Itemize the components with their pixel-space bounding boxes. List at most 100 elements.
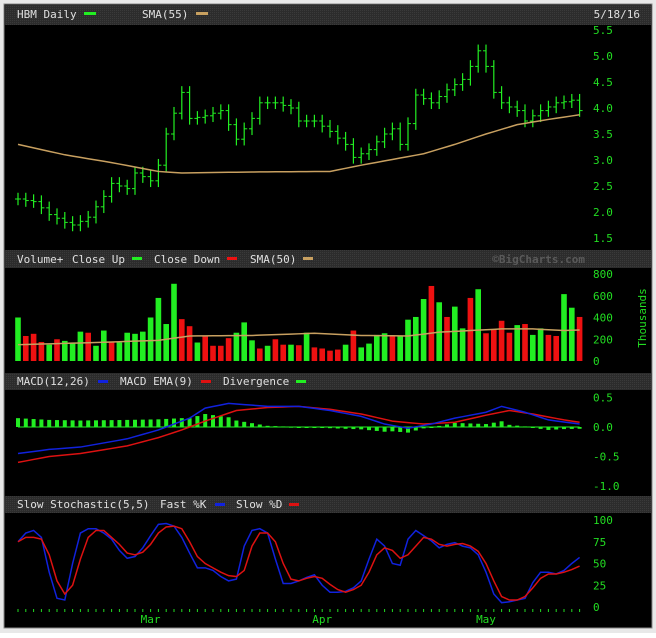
volume-bar bbox=[225, 338, 232, 361]
macd-ema-legend: MACD EMA(9) bbox=[120, 375, 193, 388]
volume-bar bbox=[23, 335, 29, 361]
close-down-swatch bbox=[227, 257, 237, 260]
month-label: Apr bbox=[312, 613, 332, 626]
volume-bar bbox=[506, 332, 513, 361]
divergence-bar bbox=[31, 419, 36, 427]
volume-bar bbox=[257, 348, 263, 361]
divergence-bar bbox=[16, 418, 20, 427]
divergence-bar bbox=[23, 418, 28, 427]
sma55-legend: SMA(55) bbox=[142, 8, 188, 21]
volume-bar bbox=[241, 322, 247, 361]
divergence-bar bbox=[250, 423, 254, 427]
divergence-legend: Divergence bbox=[223, 375, 289, 388]
fast-k-legend: Fast %K bbox=[160, 498, 207, 511]
volume-bar bbox=[483, 333, 489, 361]
close-up-swatch bbox=[132, 257, 142, 260]
divergence-bar bbox=[491, 422, 496, 427]
volume-bar bbox=[15, 317, 21, 361]
divergence-bar bbox=[234, 420, 239, 427]
volume-bar bbox=[514, 325, 520, 361]
price-axis-tick: 3.5 bbox=[593, 128, 613, 141]
stochastic-axis-tick: 25 bbox=[593, 579, 606, 592]
divergence-bar bbox=[78, 420, 83, 427]
volume-bar bbox=[311, 347, 318, 361]
volume-bar bbox=[108, 341, 115, 361]
volume-bar bbox=[264, 345, 271, 361]
volume-bar bbox=[319, 348, 325, 361]
divergence-bar bbox=[133, 419, 137, 427]
volume-bar bbox=[288, 344, 294, 361]
divergence-bar bbox=[86, 420, 91, 427]
volume-bar bbox=[46, 344, 52, 361]
sma55-legend-swatch bbox=[196, 12, 208, 15]
price-header bbox=[5, 5, 651, 25]
price-title: HBM Daily bbox=[17, 8, 77, 21]
volume-bar bbox=[381, 333, 388, 361]
volume-bar bbox=[420, 299, 427, 361]
sma50-swatch bbox=[303, 257, 313, 260]
divergence-bar bbox=[499, 421, 504, 427]
divergence-bar bbox=[179, 418, 184, 427]
volume-bar bbox=[452, 306, 458, 361]
price-axis-tick: 3.0 bbox=[593, 154, 613, 167]
volume-bar bbox=[374, 334, 380, 361]
divergence-bar bbox=[148, 419, 153, 427]
volume-bar bbox=[85, 332, 91, 361]
volume-bar bbox=[444, 316, 450, 361]
volume-bar bbox=[77, 331, 84, 361]
macd-legend: MACD(12,26) bbox=[17, 375, 90, 388]
stochastic-legend: Slow Stochastic(5,5) bbox=[17, 498, 149, 511]
volume-bar bbox=[30, 333, 37, 361]
price-axis-tick: 2.5 bbox=[593, 180, 613, 193]
volume-bar bbox=[303, 332, 310, 361]
slow-d-swatch bbox=[289, 503, 299, 506]
volume-bar bbox=[69, 342, 76, 361]
divergence-bar bbox=[460, 423, 465, 427]
volume-bar bbox=[186, 326, 193, 361]
volume-bar bbox=[491, 329, 497, 361]
volume-axis-tick: 800 bbox=[593, 268, 613, 281]
volume-bar bbox=[569, 307, 575, 361]
divergence-bar bbox=[39, 419, 44, 427]
divergence-bar bbox=[47, 419, 52, 427]
price-axis-tick: 4.5 bbox=[593, 76, 613, 89]
volume-axis-tick: 0 bbox=[593, 355, 600, 368]
volume-bar bbox=[218, 345, 224, 361]
divergence-bar bbox=[211, 415, 215, 427]
volume-bar bbox=[397, 335, 403, 361]
volume-bar bbox=[537, 328, 544, 361]
divergence-bar bbox=[242, 421, 247, 427]
volume-bar bbox=[54, 339, 60, 361]
volume-bar bbox=[545, 334, 552, 361]
volume-bar bbox=[171, 283, 177, 361]
macd-axis-tick: 0.0 bbox=[593, 421, 613, 434]
volume-bar bbox=[233, 332, 240, 361]
volume-axis-tick: 600 bbox=[593, 290, 613, 303]
volume-bar bbox=[280, 344, 286, 361]
volume-bar bbox=[405, 319, 411, 361]
volume-bar bbox=[140, 331, 146, 361]
volume-bar bbox=[272, 339, 279, 361]
volume-axis-tick: 400 bbox=[593, 312, 613, 325]
divergence-bar bbox=[156, 419, 161, 427]
chart-frame bbox=[3, 3, 653, 629]
close-up-legend: Close Up bbox=[72, 253, 125, 266]
divergence-bar bbox=[101, 420, 106, 427]
price-axis-tick: 5.0 bbox=[593, 50, 613, 63]
divergence-bar bbox=[382, 427, 387, 432]
macd-axis-tick: 0.5 bbox=[593, 392, 613, 405]
volume-bar bbox=[249, 340, 255, 361]
divergence-bar bbox=[218, 416, 223, 427]
bigcharts-watermark: ©BigCharts.com bbox=[492, 253, 585, 266]
sma50-legend: SMA(50) bbox=[250, 253, 296, 266]
volume-bar bbox=[116, 342, 123, 361]
volume-bar bbox=[163, 324, 169, 361]
month-label: May bbox=[476, 613, 496, 626]
divergence-swatch bbox=[296, 380, 306, 383]
divergence-bar bbox=[452, 422, 457, 427]
price-axis-tick: 2.0 bbox=[593, 206, 613, 219]
macd-swatch bbox=[98, 380, 108, 383]
volume-bar bbox=[101, 330, 107, 361]
volume-unit-label: Thousands bbox=[636, 288, 649, 348]
volume-bar bbox=[202, 336, 208, 361]
